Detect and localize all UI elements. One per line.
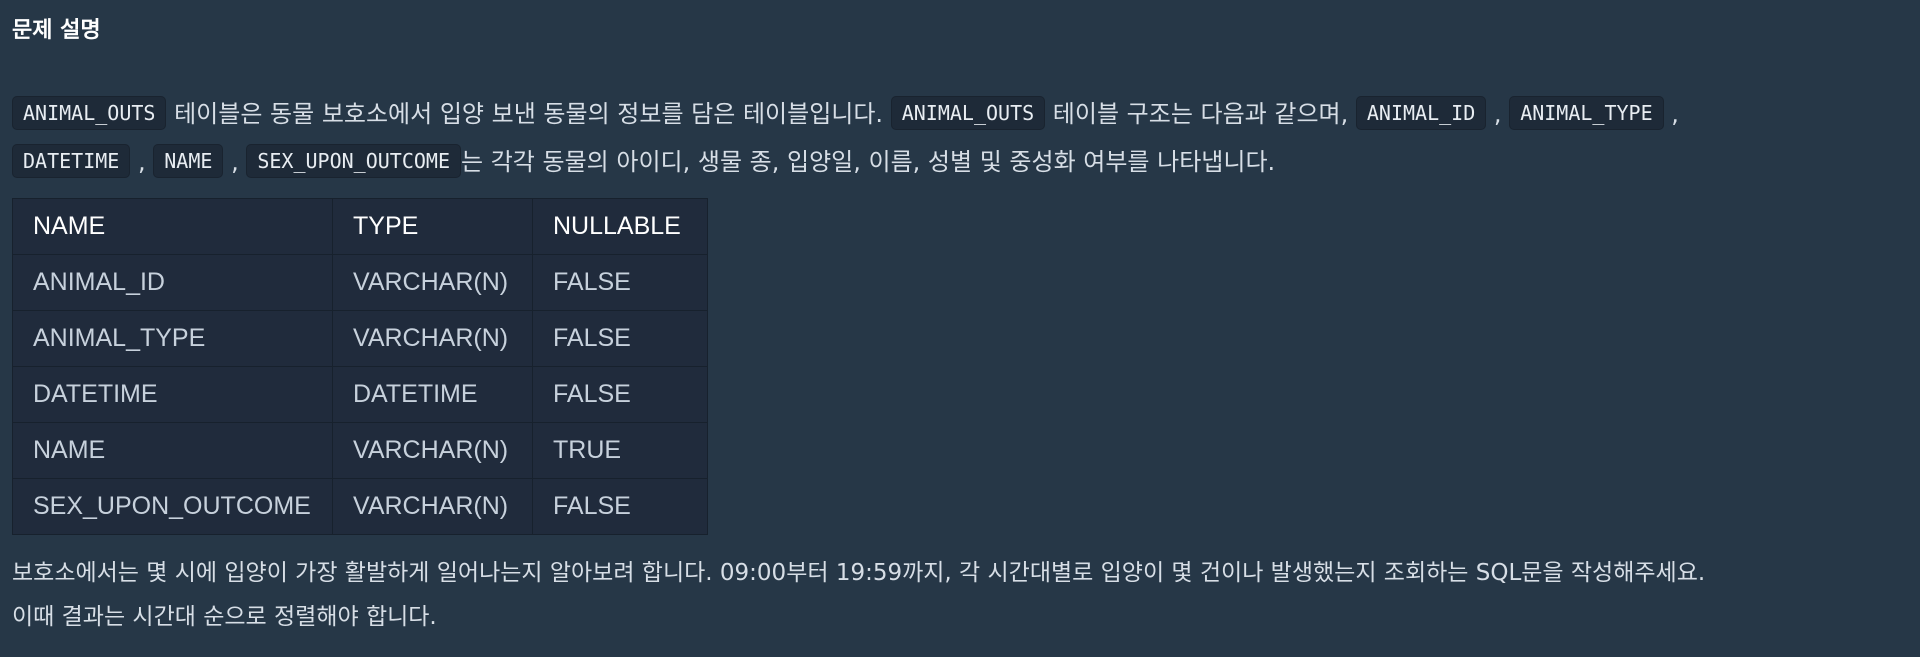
separator: , xyxy=(1671,100,1679,128)
table-header-cell: NAME xyxy=(12,198,333,255)
table-cell: ANIMAL_ID xyxy=(12,254,333,311)
intro-paragraph-line-1: ANIMAL_OUTS 테이블은 동물 보호소에서 입양 보낸 동물의 정보를 … xyxy=(12,90,1908,138)
table-cell: VARCHAR(N) xyxy=(332,422,533,479)
schema-table: NAME TYPE NULLABLE ANIMAL_ID VARCHAR(N) … xyxy=(12,198,708,535)
table-row: DATETIME DATETIME FALSE xyxy=(12,366,708,423)
code-column-name: NAME xyxy=(153,144,224,178)
separator: , xyxy=(1493,100,1502,128)
table-cell: FALSE xyxy=(532,254,708,311)
table-header-cell: NULLABLE xyxy=(532,198,708,255)
code-column-name: DATETIME xyxy=(12,144,131,178)
intro-text: 테이블 구조는 다음과 같으며, xyxy=(1045,100,1356,128)
table-cell: DATETIME xyxy=(12,366,333,423)
table-row: NAME VARCHAR(N) TRUE xyxy=(12,422,708,479)
table-row: SEX_UPON_OUTCOME VARCHAR(N) FALSE xyxy=(12,478,708,535)
table-header-row: NAME TYPE NULLABLE xyxy=(12,198,708,255)
table-cell: DATETIME xyxy=(332,366,533,423)
code-table-name: ANIMAL_OUTS xyxy=(890,96,1046,130)
code-column-name: SEX_UPON_OUTCOME xyxy=(246,144,461,178)
intro-text: 는 각각 동물의 아이디, 생물 종, 입양일, 이름, 성별 및 중성화 여부… xyxy=(461,148,1276,176)
code-table-name: ANIMAL_OUTS xyxy=(12,96,167,130)
question-paragraph: 보호소에서는 몇 시에 입양이 가장 활발하게 일어나는지 알아보려 합니다. … xyxy=(12,560,1706,586)
section-title: 문제 설명 xyxy=(12,18,101,43)
code-column-name: ANIMAL_TYPE xyxy=(1509,96,1664,130)
code-column-name: ANIMAL_ID xyxy=(1355,96,1487,130)
table-cell: NAME xyxy=(12,422,333,479)
separator: , xyxy=(231,148,239,176)
intro-text: 테이블은 동물 보호소에서 입양 보낸 동물의 정보를 담은 테이블입니다. xyxy=(166,100,891,128)
table-row: ANIMAL_ID VARCHAR(N) FALSE xyxy=(12,254,708,311)
table-cell: VARCHAR(N) xyxy=(332,478,533,535)
table-cell: SEX_UPON_OUTCOME xyxy=(12,478,333,535)
table-cell: ANIMAL_TYPE xyxy=(12,310,333,367)
table-row: ANIMAL_TYPE VARCHAR(N) FALSE xyxy=(12,310,708,367)
table-cell: FALSE xyxy=(532,478,708,535)
table-cell: VARCHAR(N) xyxy=(332,310,533,367)
table-cell: VARCHAR(N) xyxy=(332,254,533,311)
table-cell: TRUE xyxy=(532,422,708,479)
table-cell: FALSE xyxy=(532,366,708,423)
problem-description: 문제 설명 ANIMAL_OUTS 테이블은 동물 보호소에서 입양 보낸 동물… xyxy=(0,0,1920,657)
separator: , xyxy=(137,148,146,176)
question-paragraph: 이때 결과는 시간대 순으로 정렬해야 합니다. xyxy=(12,604,437,630)
table-cell: FALSE xyxy=(532,310,708,367)
table-header-cell: TYPE xyxy=(332,198,533,255)
intro-paragraph-line-2: DATETIME , NAME , SEX_UPON_OUTCOME 는 각각 동… xyxy=(12,138,1908,186)
